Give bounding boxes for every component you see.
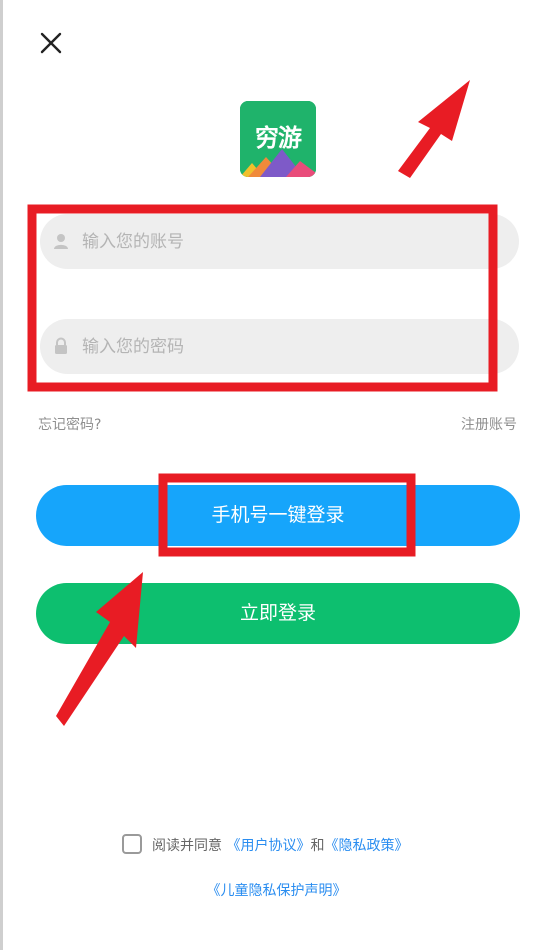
window-left-border xyxy=(0,0,3,950)
user-agreement-link[interactable]: 《用户协议》 xyxy=(226,838,310,854)
user-icon xyxy=(54,234,68,249)
phone-login-button[interactable]: 手机号一键登录 xyxy=(36,485,520,546)
agreement-and: 和 xyxy=(310,838,325,854)
account-input[interactable] xyxy=(82,214,502,269)
logo-text: 穷游 xyxy=(255,124,302,152)
register-link[interactable]: 注册账号 xyxy=(461,414,517,434)
password-input[interactable] xyxy=(82,319,502,374)
password-field[interactable] xyxy=(40,319,519,374)
agreement-text: 阅读并同意 《用户协议》和《隐私政策》 xyxy=(152,835,408,855)
login-button[interactable]: 立即登录 xyxy=(36,583,520,644)
agreement-checkbox[interactable] xyxy=(122,834,142,854)
annotation-arrow-top xyxy=(398,80,470,178)
children-privacy-link[interactable]: 《儿童隐私保护声明》 xyxy=(0,880,553,900)
account-field[interactable] xyxy=(40,214,519,269)
privacy-policy-link[interactable]: 《隐私政策》 xyxy=(324,838,408,854)
lock-icon xyxy=(55,337,67,354)
close-icon xyxy=(40,32,62,54)
agreement-row: 阅读并同意 《用户协议》和《隐私政策》 xyxy=(120,833,440,857)
forgot-password-link[interactable]: 忘记密码? xyxy=(38,414,101,434)
close-button[interactable] xyxy=(36,28,66,58)
app-logo: 穷游 xyxy=(240,101,316,177)
agreement-prefix: 阅读并同意 xyxy=(152,838,222,854)
